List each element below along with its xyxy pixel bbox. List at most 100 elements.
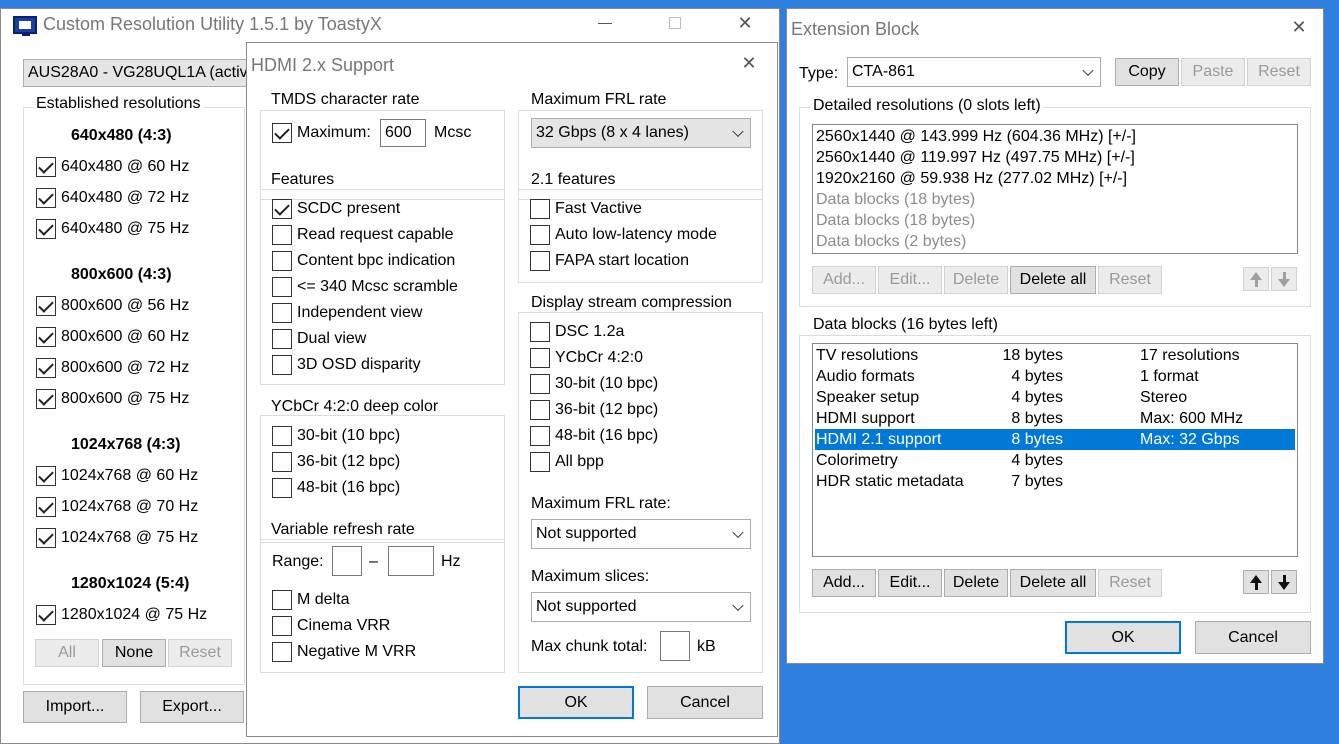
minimize-icon[interactable]: [595, 13, 615, 33]
checkbox-box[interactable]: [36, 188, 56, 208]
table-row[interactable]: Audio formats 4 bytes 1 format: [815, 366, 1295, 387]
checkbox-box[interactable]: [530, 374, 550, 394]
table-row[interactable]: Colorimetry 4 bytes: [815, 450, 1295, 471]
paste-button[interactable]: Paste: [1181, 58, 1245, 86]
frl-select[interactable]: 32 Gbps (8 x 4 lanes): [531, 118, 751, 148]
checkbox-box[interactable]: [36, 466, 56, 486]
detailed-reset-button[interactable]: Reset: [1098, 266, 1162, 294]
detailed-delete-button[interactable]: Delete: [944, 266, 1008, 294]
dsc-checkbox[interactable]: YCbCr 4:2:0: [530, 347, 643, 369]
res-checkbox[interactable]: 1024x768 @ 70 Hz: [36, 496, 198, 518]
import-button[interactable]: Import...: [23, 691, 127, 723]
vrr-checkbox[interactable]: Negative M VRR: [272, 641, 416, 663]
checkbox-box[interactable]: [272, 329, 292, 349]
move-up-icon[interactable]: [1243, 570, 1269, 594]
checkbox-box[interactable]: [36, 528, 56, 548]
checkbox-box[interactable]: [36, 358, 56, 378]
blocks-delete-button[interactable]: Delete: [944, 569, 1008, 597]
list-item[interactable]: Data blocks (18 bytes): [815, 210, 1295, 231]
blocks-delete-all-button[interactable]: Delete all: [1010, 569, 1096, 597]
feature-checkbox[interactable]: Read request capable: [272, 224, 454, 246]
tmds-max-checkbox[interactable]: Maximum:: [272, 122, 371, 144]
dsc-checkbox[interactable]: All bpp: [530, 451, 604, 473]
feature-checkbox[interactable]: <= 340 Mcsc scramble: [272, 276, 458, 298]
checkbox-box[interactable]: [36, 219, 56, 239]
close-icon[interactable]: ✕: [735, 13, 755, 33]
close-icon[interactable]: ✕: [1289, 17, 1309, 37]
checkbox-box[interactable]: [36, 327, 56, 347]
res-checkbox[interactable]: 800x600 @ 60 Hz: [36, 326, 189, 348]
f21-checkbox[interactable]: FAPA start location: [530, 250, 689, 272]
deep-color-checkbox[interactable]: 30-bit (10 bpc): [272, 425, 400, 447]
res-checkbox[interactable]: 1024x768 @ 75 Hz: [36, 527, 198, 549]
vrr-max-input[interactable]: [388, 546, 434, 576]
ext-cancel-button[interactable]: Cancel: [1195, 621, 1311, 654]
res-checkbox[interactable]: 800x600 @ 72 Hz: [36, 357, 189, 379]
feature-checkbox[interactable]: 3D OSD disparity: [272, 354, 421, 376]
close-icon[interactable]: ✕: [739, 53, 759, 73]
all-button[interactable]: All: [35, 639, 99, 667]
dsc-slices-select[interactable]: Not supported: [531, 592, 751, 622]
detailed-add-button[interactable]: Add...: [812, 266, 876, 294]
vrr-min-input[interactable]: [332, 546, 362, 576]
dsc-checkbox[interactable]: 30-bit (10 bpc): [530, 373, 658, 395]
checkbox-box[interactable]: [272, 616, 292, 636]
checkbox-box[interactable]: [36, 605, 56, 625]
list-item[interactable]: 2560x1440 @ 143.999 Hz (604.36 MHz) [+/-…: [815, 126, 1295, 147]
res-checkbox[interactable]: 1024x768 @ 60 Hz: [36, 465, 198, 487]
hdmi-cancel-button[interactable]: Cancel: [647, 686, 763, 719]
copy-button[interactable]: Copy: [1115, 58, 1179, 86]
table-row[interactable]: TV resolutions 18 bytes 17 resolutions: [815, 345, 1295, 366]
vrr-checkbox[interactable]: M delta: [272, 589, 349, 611]
res-checkbox[interactable]: 640x480 @ 75 Hz: [36, 218, 189, 240]
checkbox-box[interactable]: [272, 303, 292, 323]
none-button[interactable]: None: [102, 639, 166, 667]
checkbox-box[interactable]: [530, 426, 550, 446]
table-row[interactable]: HDMI support 8 bytes Max: 600 MHz: [815, 408, 1295, 429]
export-button[interactable]: Export...: [140, 691, 244, 723]
res-checkbox[interactable]: 640x480 @ 72 Hz: [36, 187, 189, 209]
checkbox-box[interactable]: [272, 251, 292, 271]
move-down-icon[interactable]: [1271, 570, 1297, 594]
ext-reset-button[interactable]: Reset: [1247, 58, 1311, 86]
checkbox-box[interactable]: [272, 452, 292, 472]
checkbox-box[interactable]: [530, 400, 550, 420]
checkbox-box[interactable]: [272, 590, 292, 610]
reset-button[interactable]: Reset: [168, 639, 232, 667]
dsc-checkbox[interactable]: 48-bit (16 bpc): [530, 425, 658, 447]
detailed-list[interactable]: 2560x1440 @ 143.999 Hz (604.36 MHz) [+/-…: [812, 124, 1298, 254]
checkbox-box[interactable]: [36, 157, 56, 177]
deep-color-checkbox[interactable]: 48-bit (16 bpc): [272, 477, 400, 499]
monitor-select[interactable]: AUS28A0 - VG28UQL1A (active): [23, 59, 263, 87]
checkbox-box[interactable]: [272, 478, 292, 498]
move-down-icon[interactable]: [1271, 267, 1297, 291]
type-select[interactable]: CTA-861: [847, 57, 1101, 87]
extension-titlebar[interactable]: Extension Block ✕: [787, 9, 1323, 39]
res-checkbox[interactable]: 800x600 @ 56 Hz: [36, 295, 189, 317]
checkbox-box[interactable]: [272, 355, 292, 375]
checkbox-box[interactable]: [530, 199, 550, 219]
res-checkbox[interactable]: 1280x1024 @ 75 Hz: [36, 604, 207, 626]
res-checkbox[interactable]: 800x600 @ 75 Hz: [36, 388, 189, 410]
table-row-selected[interactable]: HDMI 2.1 support 8 bytes Max: 32 Gbps: [815, 429, 1295, 450]
tmds-max-input[interactable]: 600: [380, 119, 426, 147]
list-item[interactable]: Data blocks (18 bytes): [815, 189, 1295, 210]
hdmi-titlebar[interactable]: HDMI 2.x Support ✕: [247, 43, 777, 75]
list-item[interactable]: 1920x2160 @ 59.938 Hz (277.02 MHz) [+/-]: [815, 168, 1295, 189]
vrr-checkbox[interactable]: Cinema VRR: [272, 615, 390, 637]
checkbox-box[interactable]: [530, 251, 550, 271]
table-row[interactable]: Speaker setup 4 bytes Stereo: [815, 387, 1295, 408]
feature-checkbox[interactable]: Independent view: [272, 302, 422, 324]
checkbox-box[interactable]: [272, 277, 292, 297]
blocks-list[interactable]: TV resolutions 18 bytes 17 resolutions Aud…: [812, 343, 1298, 557]
detailed-delete-all-button[interactable]: Delete all: [1010, 266, 1096, 294]
hdmi-ok-button[interactable]: OK: [518, 686, 634, 719]
dsc-checkbox[interactable]: 36-bit (12 bpc): [530, 399, 658, 421]
checkbox-box[interactable]: [36, 497, 56, 517]
checkbox-box[interactable]: [36, 389, 56, 409]
checkbox-box[interactable]: [530, 348, 550, 368]
list-item[interactable]: 2560x1440 @ 119.997 Hz (497.75 MHz) [+/-…: [815, 147, 1295, 168]
cru-titlebar[interactable]: Custom Resolution Utility 1.5.1 by Toast…: [1, 9, 779, 39]
checkbox-box[interactable]: [530, 452, 550, 472]
blocks-edit-button[interactable]: Edit...: [878, 569, 942, 597]
